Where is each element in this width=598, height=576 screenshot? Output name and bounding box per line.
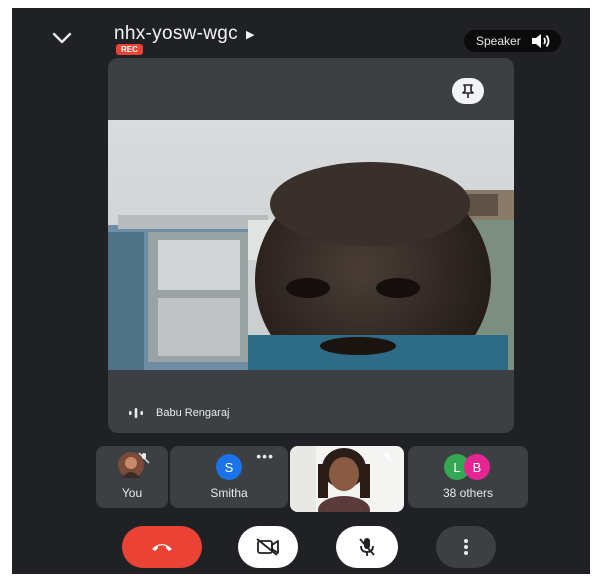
participant-tile-video[interactable] [290, 446, 404, 512]
avatar-initial: S [224, 459, 234, 475]
speaker-icon [531, 34, 550, 48]
participant-tile-smitha[interactable]: ••• S Smitha [170, 446, 288, 508]
participant-tile-others[interactable]: L B 38 others [408, 446, 528, 508]
more-dots-icon[interactable]: ••• [256, 448, 274, 464]
chevron-down-icon[interactable] [50, 30, 74, 46]
avatar-initial: B [472, 459, 482, 475]
main-video-tile[interactable]: Babu Rengaraj [108, 58, 514, 433]
more-options-button[interactable] [436, 526, 496, 568]
mic-toggle-button[interactable] [336, 526, 398, 568]
avatar-initial: L [453, 459, 461, 475]
speaker-name-row: Babu Rengaraj [128, 407, 229, 419]
mic-off-icon [359, 538, 375, 556]
participant-label-others: 38 others [442, 486, 494, 500]
mic-off-icon [382, 452, 394, 464]
pin-button[interactable] [452, 78, 484, 104]
audio-output-label: Speaker [476, 34, 521, 48]
avatar: B [464, 454, 490, 480]
play-arrow-icon: ▶ [245, 28, 255, 41]
camera-toggle-button[interactable] [238, 526, 298, 568]
recording-badge: REC [116, 44, 143, 55]
pin-icon [462, 84, 474, 98]
participant-name: Babu Rengaraj [156, 407, 230, 419]
audio-output-button[interactable]: Speaker [464, 30, 561, 52]
meeting-code: nhx-yosw-wgc [114, 23, 238, 44]
more-vert-icon [464, 539, 468, 555]
hang-up-icon [152, 544, 172, 551]
participant-tile-you[interactable]: You [96, 446, 168, 508]
mic-off-icon [138, 452, 150, 464]
participant-label-you: You [121, 486, 143, 500]
participant-label-smitha: Smitha [210, 486, 248, 500]
avatar: S [216, 454, 242, 480]
audio-level-icon [129, 408, 143, 418]
participant-video [108, 120, 514, 370]
meet-call-screen: nhx-yosw-wgc ▶ REC Speaker Babu Rengaraj… [12, 8, 590, 574]
meeting-title-button[interactable]: nhx-yosw-wgc ▶ [114, 23, 254, 45]
camera-off-icon [256, 538, 279, 556]
end-call-button[interactable] [122, 526, 202, 568]
